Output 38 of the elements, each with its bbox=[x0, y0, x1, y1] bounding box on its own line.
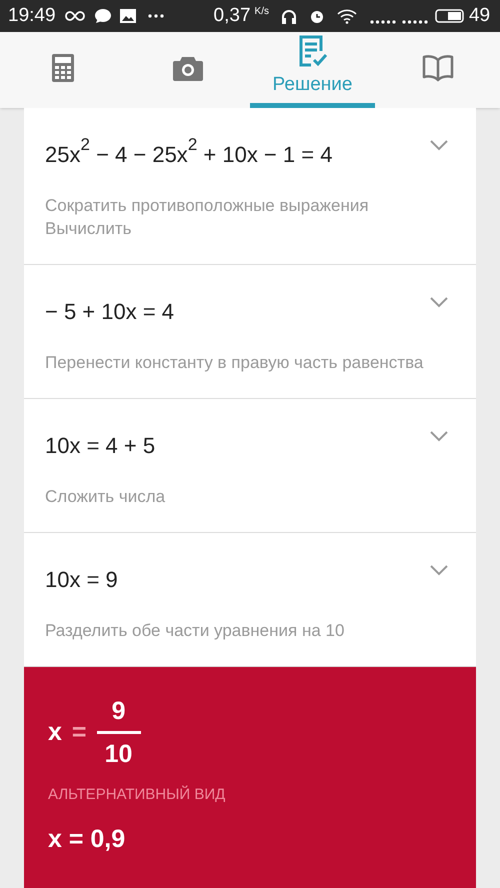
document-check-icon bbox=[298, 35, 326, 68]
more-icon bbox=[148, 14, 164, 18]
headphones-icon bbox=[280, 8, 297, 24]
wifi-icon bbox=[336, 8, 357, 24]
infinity-icon bbox=[64, 10, 86, 22]
battery-icon bbox=[434, 9, 465, 23]
equation: 25x$^{2}$ − 4 − 25x$^{2}$ + 10x − 1 = 4 bbox=[45, 134, 334, 169]
equation: 10x = 9 bbox=[45, 566, 119, 594]
image-icon bbox=[120, 9, 136, 23]
step-card[interactable]: 25x$^{2}$ − 4 − 25x$^{2}$ + 10x − 1 = 4 Сократить противоположные выражения Вычислить bbox=[24, 108, 476, 265]
book-icon bbox=[422, 54, 454, 82]
step-card[interactable]: − 5 + 10x = 4 Перенести константу в правую часть равенства bbox=[24, 265, 476, 399]
fraction: 9 10 bbox=[96, 695, 141, 770]
step-description: Разделить обе части уравнения на 10 bbox=[45, 620, 346, 642]
step-description: Сократить противоположные выражения bbox=[45, 195, 370, 217]
step-card[interactable]: 10x = 4 + 5 Сложить числа bbox=[24, 399, 476, 533]
step-description: Вычислить bbox=[45, 218, 132, 240]
equation: − 5 + 10x = 4 bbox=[45, 298, 176, 326]
chevron-down-icon[interactable] bbox=[430, 431, 448, 442]
step-card[interactable]: 10x = 9 Разделить обе части уравнения на 10 bbox=[24, 533, 476, 667]
step-description: Перенести константу в правую часть равенства bbox=[45, 352, 424, 374]
network-speed: 0,37 bbox=[214, 4, 251, 28]
result-variable: x bbox=[48, 716, 62, 748]
speed-unit: K/s bbox=[254, 5, 269, 19]
alternative-value: x = 0,9 bbox=[48, 824, 126, 854]
equals-sign: = bbox=[72, 716, 87, 748]
step-description: Сложить числа bbox=[45, 486, 166, 508]
battery-level: 49 bbox=[468, 4, 490, 28]
chevron-down-icon[interactable] bbox=[430, 140, 448, 151]
chevron-down-icon[interactable] bbox=[430, 297, 448, 308]
chevron-down-icon[interactable] bbox=[430, 565, 448, 576]
calculator-icon bbox=[52, 54, 74, 82]
equation: 10x = 4 + 5 bbox=[45, 432, 156, 460]
camera-icon bbox=[172, 54, 202, 80]
clock: 19:49 bbox=[8, 4, 56, 28]
alarm-icon bbox=[308, 8, 325, 24]
alternative-label: АЛЬТЕРНАТИВНЫЙ ВИД bbox=[48, 784, 226, 805]
chat-icon bbox=[94, 8, 112, 24]
